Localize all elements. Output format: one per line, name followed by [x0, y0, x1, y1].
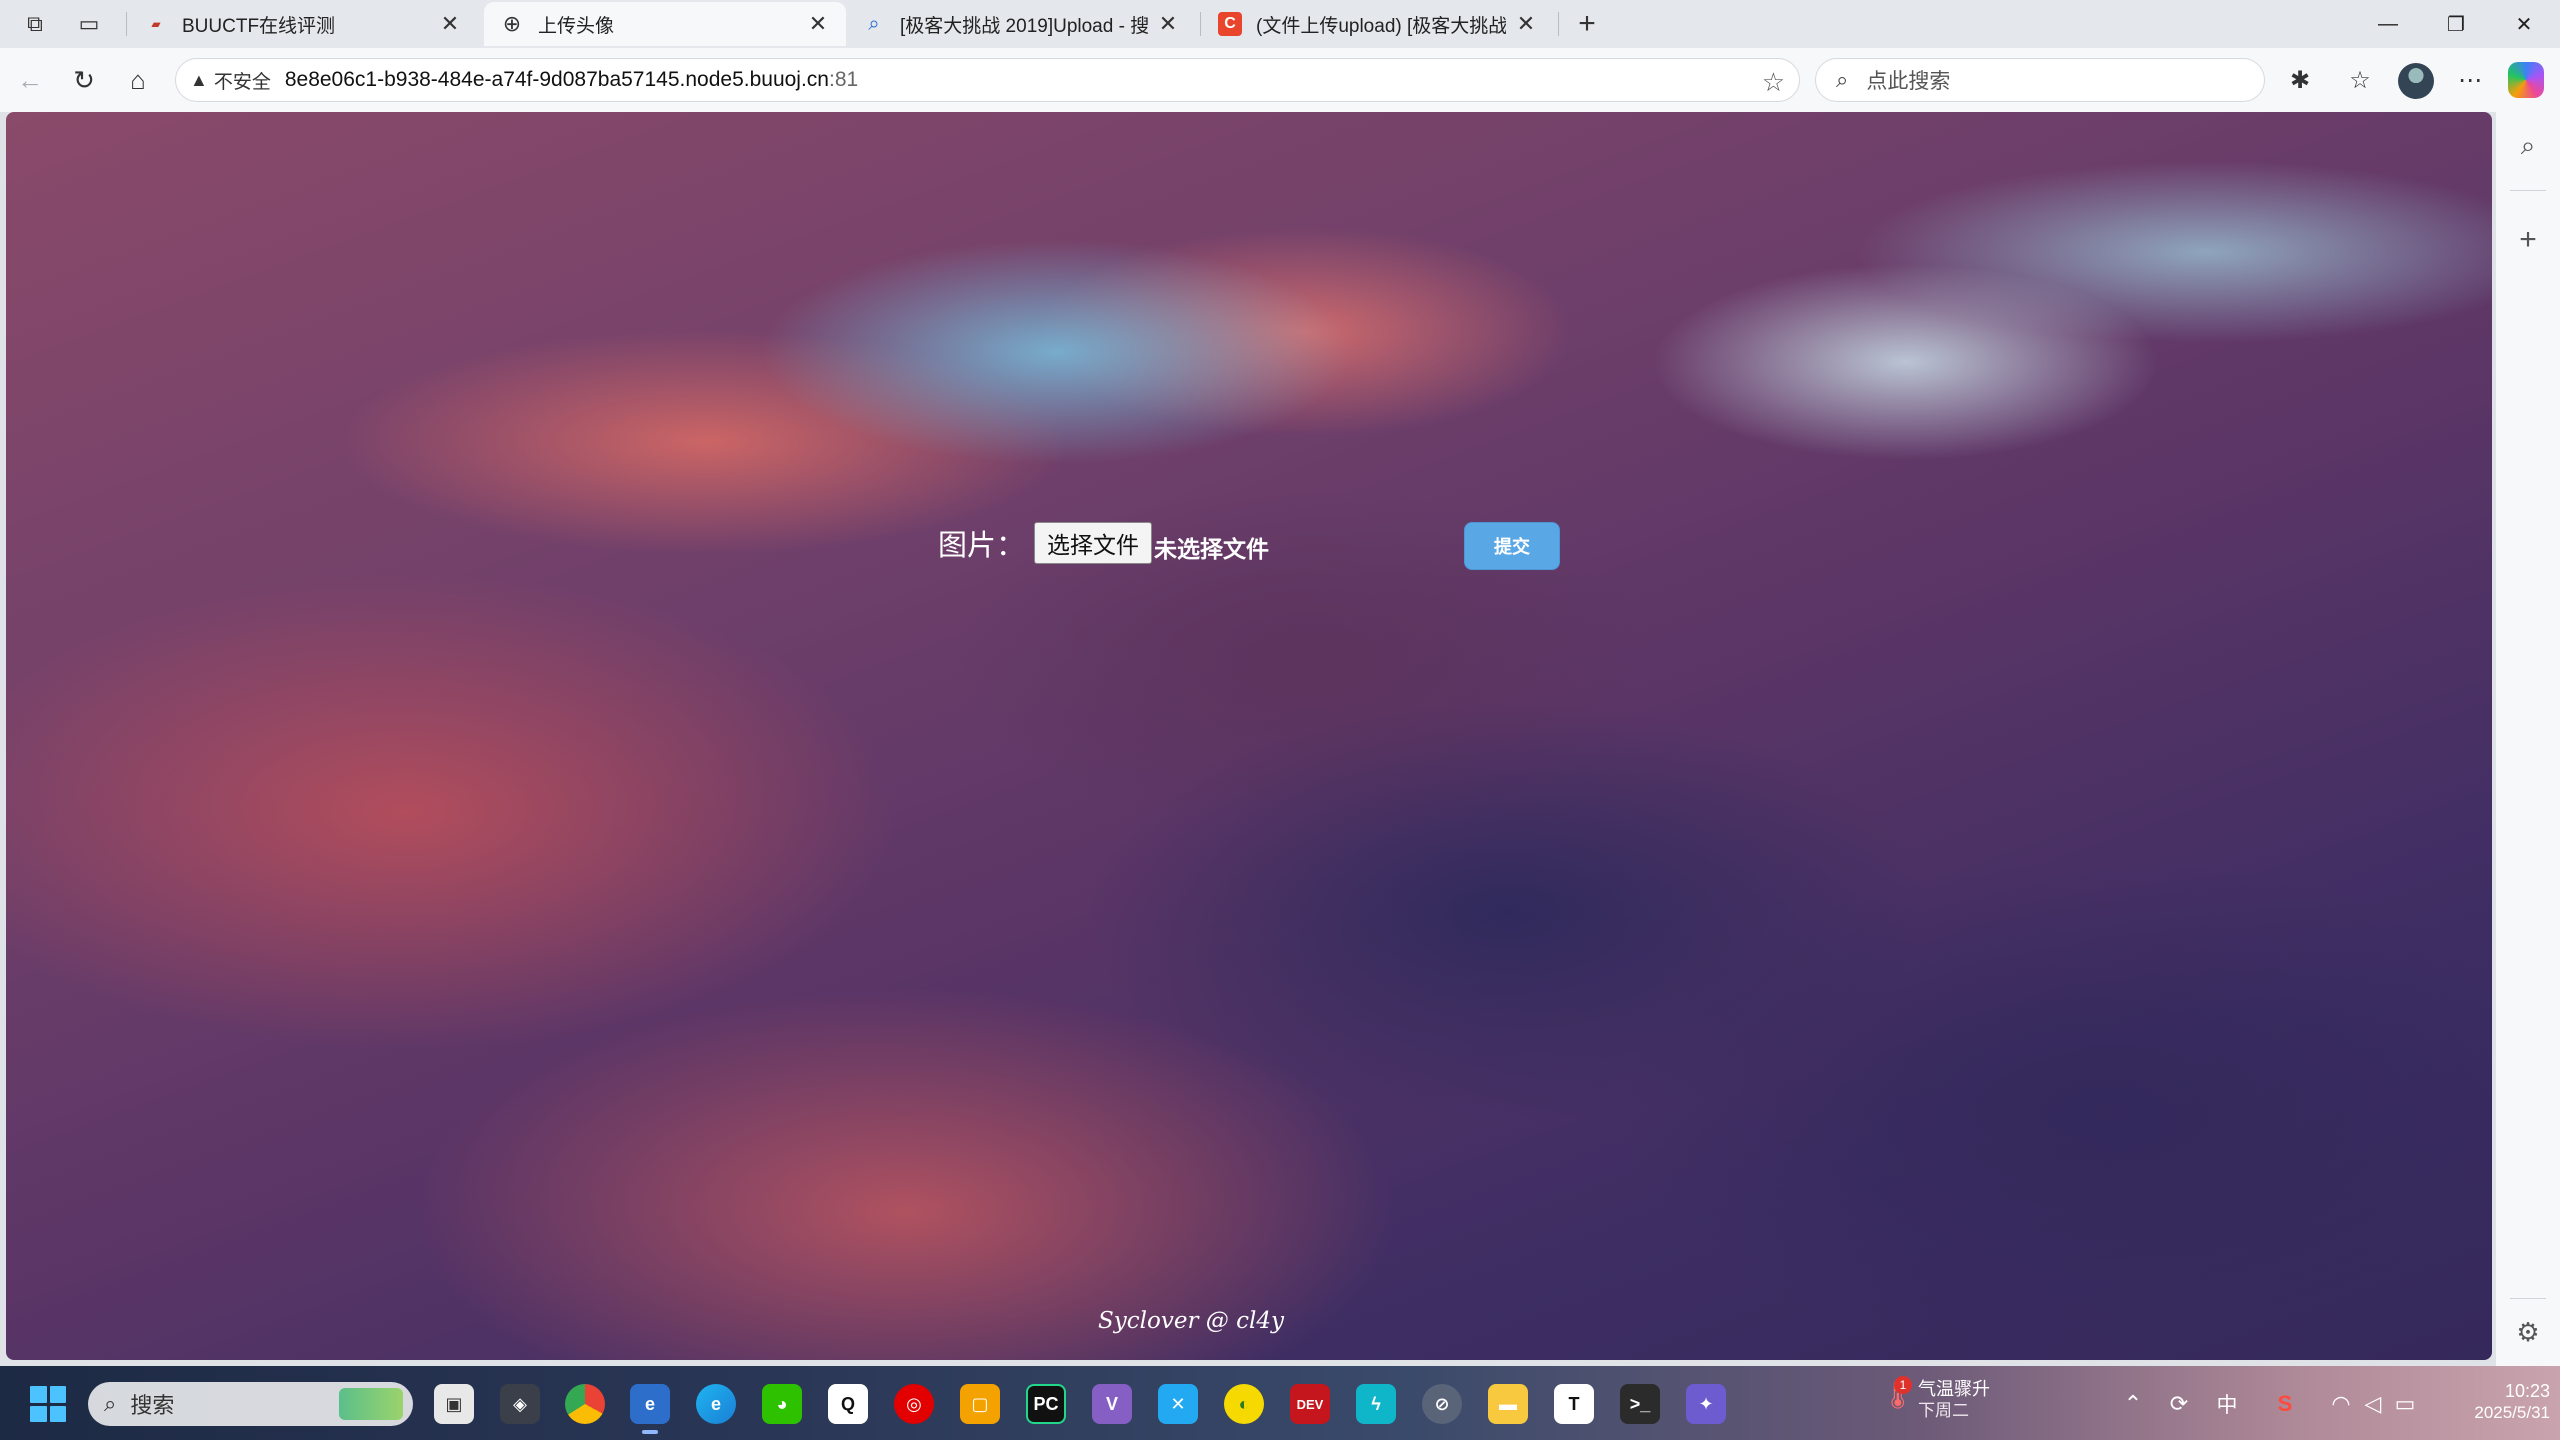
tab-buuctf[interactable]: ▰ BUUCTF在线评测 ✕: [128, 2, 478, 46]
file-status-text: 未选择文件: [1154, 536, 1269, 562]
close-window-button[interactable]: ✕: [2490, 0, 2558, 48]
edge-beta-icon[interactable]: e: [630, 1384, 670, 1434]
chrome-icon[interactable]: [565, 1384, 605, 1424]
clock-date: 2025/5/31: [2474, 1403, 2550, 1422]
profile-avatar[interactable]: [2398, 63, 2434, 99]
weather-widget[interactable]: 🌡 1 气温骤升 下周二: [1880, 1376, 1990, 1422]
file-explorer-icon[interactable]: ▬: [1488, 1384, 1528, 1424]
circle-app-icon[interactable]: ⊘: [1422, 1384, 1462, 1424]
favorite-star-icon[interactable]: ☆: [1762, 67, 1785, 98]
globe-icon: ⊕: [502, 11, 522, 36]
home-icon[interactable]: ⌂: [118, 62, 158, 98]
chevron-up-icon[interactable]: ⌃: [2118, 1390, 2148, 1418]
extensions-icon[interactable]: ✱: [2280, 62, 2320, 98]
weather-badge: 1: [1894, 1376, 1912, 1394]
tab-separator: [1200, 12, 1201, 36]
buuctf-icon: ▰: [151, 17, 161, 31]
typora-icon[interactable]: T: [1554, 1384, 1594, 1424]
page-viewport: 图片： 选择文件 未选择文件 提交 Syclover @ cl4y: [6, 112, 2492, 1360]
windows-taskbar: ⌕ 搜索 ▣ ◈ e e ◕ Q ◎ ▢ PC V ✕ ◐ DEV ϟ ⊘ ▬ …: [0, 1366, 2560, 1440]
taskbar-search-input[interactable]: ⌕ 搜索: [88, 1382, 413, 1426]
task-view-icon[interactable]: ▣: [434, 1384, 474, 1424]
visual-studio-icon[interactable]: V: [1092, 1384, 1132, 1424]
weather-line1: 气温骤升: [1918, 1379, 1990, 1399]
pycharm-icon[interactable]: PC: [1026, 1384, 1066, 1424]
tab-separator: [126, 12, 127, 36]
url-host: 8e8e06c1-b938-484e-a74f-9d087ba57145.nod…: [284, 68, 829, 91]
image-label: 图片：: [938, 528, 1026, 562]
sidebar-divider: [2510, 1298, 2546, 1299]
choose-file-button[interactable]: 选择文件: [1034, 522, 1152, 564]
clock-time: 10:23: [2504, 1381, 2550, 1401]
url-port: :81: [829, 68, 859, 91]
sidebar-search-icon[interactable]: ⌕: [2508, 126, 2548, 166]
wechat-icon[interactable]: ◕: [762, 1384, 802, 1424]
address-bar[interactable]: ▲ 不安全 8e8e06c1-b938-484e-a74f-9d087ba571…: [175, 58, 1800, 102]
search-highlight-image: [339, 1388, 403, 1420]
edge-sidebar: ⌕ + ⚙: [2496, 112, 2560, 1366]
close-tab-icon[interactable]: ✕: [1156, 11, 1180, 37]
workspaces-icon[interactable]: ⧉: [18, 8, 52, 40]
windows-start-icon[interactable]: [30, 1386, 66, 1422]
system-clock[interactable]: 10:23 2025/5/31: [2440, 1380, 2550, 1424]
lightning-app-icon[interactable]: ϟ: [1356, 1384, 1396, 1424]
sync-icon[interactable]: ⟳: [2164, 1390, 2194, 1418]
sidebar-settings-icon[interactable]: ⚙: [2508, 1312, 2548, 1352]
footer-signature: Syclover @ cl4y: [1098, 1308, 1284, 1334]
favorites-icon[interactable]: ☆: [2340, 62, 2380, 98]
submit-button[interactable]: 提交: [1464, 522, 1560, 570]
search-icon: ⌕: [104, 1391, 117, 1416]
wifi-icon[interactable]: ◠: [2326, 1390, 2356, 1418]
bird-app-icon[interactable]: ✦: [1686, 1384, 1726, 1424]
tab-strip: ⧉ ▭ ▰ BUUCTF在线评测 ✕ ⊕ 上传头像 ✕ ⌕ [极客大挑战 201…: [0, 0, 2560, 48]
vscode-icon[interactable]: ✕: [1158, 1384, 1198, 1424]
tab-csdn[interactable]: C (文件上传upload) [极客大挑战 20 ✕: [1202, 2, 1554, 46]
back-arrow-icon[interactable]: ←: [10, 62, 50, 98]
minimize-button[interactable]: —: [2354, 0, 2422, 48]
tab-title: BUUCTF在线评测: [182, 15, 336, 37]
more-menu-icon[interactable]: ⋯: [2450, 62, 2490, 98]
netease-music-icon[interactable]: ◎: [894, 1384, 934, 1424]
sidebar-add-icon[interactable]: +: [2508, 220, 2548, 260]
close-tab-icon[interactable]: ✕: [1514, 11, 1538, 37]
toolbar-search-input[interactable]: ⌕ 点此搜索: [1815, 58, 2265, 102]
tab-separator: [1558, 12, 1559, 36]
warning-triangle-icon: ▲: [190, 69, 208, 90]
restore-button[interactable]: ❐: [2422, 0, 2490, 48]
taskbar-search-placeholder: 搜索: [130, 1393, 175, 1418]
terminal-icon[interactable]: >_: [1620, 1384, 1660, 1424]
search-placeholder: 点此搜索: [1866, 70, 1951, 93]
sidebar-divider: [2510, 190, 2546, 191]
devcpp-icon[interactable]: DEV: [1290, 1384, 1330, 1424]
volume-icon[interactable]: ◁: [2358, 1390, 2388, 1418]
tab-title: 上传头像: [538, 15, 615, 37]
close-tab-icon[interactable]: ✕: [806, 11, 830, 37]
cube-app-icon[interactable]: ◈: [500, 1384, 540, 1424]
tab-title: [极客大挑战 2019]Upload - 搜索: [900, 15, 1148, 37]
sogou-icon[interactable]: S: [2270, 1390, 2300, 1418]
edge-icon[interactable]: e: [696, 1384, 736, 1424]
box-app-icon[interactable]: ▢: [960, 1384, 1000, 1424]
battery-icon[interactable]: ▭: [2390, 1390, 2420, 1418]
search-icon: ⌕: [1836, 67, 1849, 92]
qq-icon[interactable]: Q: [828, 1384, 868, 1424]
new-tab-button[interactable]: +: [1570, 7, 1604, 40]
weather-line2: 下周二: [1918, 1401, 1969, 1420]
security-label: 不安全: [213, 71, 271, 93]
refresh-icon[interactable]: ↻: [64, 62, 104, 98]
thermometer-icon: 🌡 1: [1880, 1376, 1916, 1410]
search-icon: ⌕: [868, 12, 880, 35]
csdn-icon: C: [1218, 12, 1242, 36]
ime-indicator[interactable]: 中: [2212, 1390, 2242, 1418]
tab-actions-icon[interactable]: ▭: [72, 8, 106, 40]
browser-toolbar: ← ↻ ⌂ ▲ 不安全 8e8e06c1-b938-484e-a74f-9d08…: [0, 48, 2560, 112]
earth-app-icon[interactable]: ◐: [1224, 1384, 1264, 1424]
copilot-icon[interactable]: [2508, 62, 2544, 98]
close-tab-icon[interactable]: ✕: [438, 11, 462, 37]
tab-search-upload[interactable]: ⌕ [极客大挑战 2019]Upload - 搜索 ✕: [846, 2, 1196, 46]
security-indicator[interactable]: ▲ 不安全: [190, 67, 271, 94]
tab-title: (文件上传upload) [极客大挑战 20: [1256, 15, 1506, 37]
tab-upload-avatar[interactable]: ⊕ 上传头像 ✕: [484, 2, 846, 46]
